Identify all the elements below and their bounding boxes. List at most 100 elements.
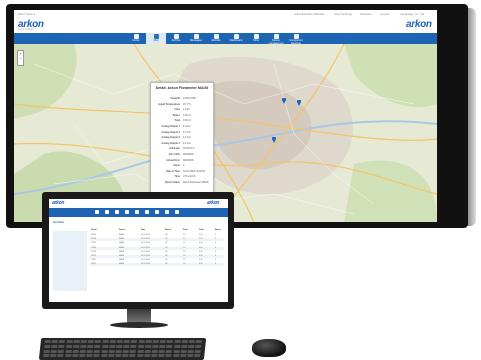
nav-item-label: Map [153, 39, 159, 42]
popup-key: Flow [174, 108, 180, 112]
dashboard-icon [233, 34, 239, 39]
keyboard-key [87, 344, 94, 348]
table-header[interactable]: Date [141, 229, 145, 231]
popup-key: Analog Output 3 [161, 136, 180, 140]
popup-key: Alarm [173, 164, 180, 168]
popup-value: 0 [183, 164, 185, 168]
keyboard-key [130, 349, 137, 353]
keyboard-key [187, 349, 194, 353]
envelope-icon[interactable] [125, 210, 129, 214]
nav-item-results[interactable]: Results [206, 33, 226, 44]
archive-icon[interactable] [115, 210, 119, 214]
results-icon[interactable] [135, 210, 139, 214]
table-header[interactable]: Status [165, 229, 171, 231]
table-row[interactable]: 12347 MAG8 01.01.2015 OK 1.9 0.00 0 [89, 242, 224, 245]
nav-item-messages[interactable]: Messages [186, 33, 206, 44]
nav-item-device-management[interactable]: Device management [266, 33, 286, 45]
table-header[interactable]: Alarm [215, 229, 221, 231]
popup-value: 0.00 m³ [183, 119, 192, 123]
table-row[interactable]: 12350 MAG8 01.01.2015 OK 1.8 0.00 0 [89, 255, 224, 258]
map-marker-icon[interactable] [282, 98, 286, 104]
map-marker-icon[interactable] [272, 137, 276, 143]
keyboard-key [80, 344, 87, 348]
top-link[interactable]: Arkon Hexa 1 [17, 12, 35, 16]
table-cell: 0.00 [199, 250, 203, 253]
popup-key: Error Bits [168, 153, 180, 156]
keyboard-key [73, 340, 80, 343]
keyboard-key [72, 344, 80, 348]
nav-item-label: Dashboard [229, 39, 243, 42]
table-cell: 0 [215, 242, 216, 245]
table-cell: 0 [215, 263, 216, 266]
small-screen: arkon arkon Archive Serial Device Date Stat… [49, 199, 228, 302]
nav-item-flow[interactable]: Flow [246, 33, 266, 44]
map-icon[interactable] [105, 210, 109, 214]
nav-item-component-services[interactable]: Component Services [286, 33, 306, 45]
table-row[interactable]: 12346 MAG8 01.01.2015 OK 2.1 0.00 0 [89, 238, 224, 242]
table-cell: 12350 [91, 255, 96, 257]
table-cell: MAG8 [119, 238, 125, 241]
table-cell: MAG8 [119, 246, 125, 249]
top-link[interactable]: User Settings [334, 12, 352, 16]
archive-icon [173, 34, 179, 39]
keyboard-key [87, 340, 95, 343]
mouse [252, 339, 286, 357]
keyboard-key [64, 354, 72, 358]
keyboard-key [172, 354, 180, 358]
table-header[interactable]: Flow [183, 229, 188, 231]
dashboard-icon[interactable] [145, 210, 149, 214]
table-cell: 0 [215, 250, 216, 253]
top-link[interactable]: Administration Website [294, 12, 325, 16]
keyboard-key [115, 354, 122, 358]
table-header[interactable]: Device [119, 229, 125, 231]
keyboard-key [94, 344, 101, 348]
services-icon[interactable] [175, 210, 179, 214]
home-icon[interactable] [95, 210, 99, 214]
nav-item-archive[interactable]: Archive [166, 33, 186, 44]
mini-map[interactable] [53, 231, 87, 291]
keyboard-key [145, 340, 152, 343]
small-logo[interactable]: arkon [52, 200, 64, 206]
keyboard-key [187, 354, 194, 358]
table-cell: MAG8 [119, 255, 125, 257]
keyboard-key [129, 354, 136, 358]
table-header[interactable]: Total [199, 229, 204, 231]
keyboard-key [116, 344, 123, 348]
top-link[interactable]: Language: en / de [400, 12, 424, 16]
top-link[interactable]: Logout [380, 12, 389, 16]
logo-subtitle: FLOW SYSTEMS [18, 29, 34, 31]
keyboard-key [51, 344, 58, 348]
keyboard-key [138, 340, 145, 343]
table-row[interactable]: 12345 MAG8 01.01.2015 OK 2.0 0.00 0 [89, 234, 224, 237]
keyboard-key [66, 340, 73, 343]
keyboard-key [194, 354, 201, 358]
nav-item-home[interactable]: Home [126, 33, 146, 44]
device-icon[interactable] [165, 210, 169, 214]
keyboard-key [72, 349, 79, 353]
small-navigation [49, 208, 228, 217]
table-cell: 0.00 [199, 259, 203, 262]
table-cell: MAG8 [119, 250, 125, 253]
map-marker-icon[interactable] [297, 100, 301, 106]
zoom-out-button[interactable]: − [18, 56, 23, 61]
table-header[interactable]: Serial [91, 229, 96, 231]
table-cell: 2.0 [183, 263, 186, 266]
table-cell: 0 [215, 255, 216, 257]
flow-icon[interactable] [155, 210, 159, 214]
top-link[interactable]: Software [360, 12, 372, 16]
table-row[interactable]: 12349 MAG8 01.01.2015 OK 2.0 0.00 0 [89, 251, 224, 254]
table-row[interactable]: 12348 MAG8 01.01.2015 OK 2.2 0.00 0 [89, 246, 224, 250]
popup-value: 20.3 °C [183, 102, 191, 106]
keyboard-key [44, 344, 51, 348]
table-row[interactable]: 12352 MAG8 01.01.2015 OK 2.0 0.00 0 [89, 263, 224, 267]
keyboard-key [180, 349, 187, 353]
table-cell: 01.01.2015 [141, 242, 150, 245]
table-cell: 0 [215, 259, 216, 262]
nav-item-dashboard[interactable]: Dashboard [226, 33, 246, 44]
table-cell: 0 [215, 238, 216, 241]
keyboard-key [159, 340, 167, 343]
nav-item-map[interactable]: Map [146, 33, 166, 44]
table-cell: 12347 [91, 242, 96, 245]
table-row[interactable]: 12351 MAG8 01.01.2015 OK 2.3 0.00 0 [89, 259, 224, 262]
popup-value: 4.0 mA [183, 130, 191, 134]
